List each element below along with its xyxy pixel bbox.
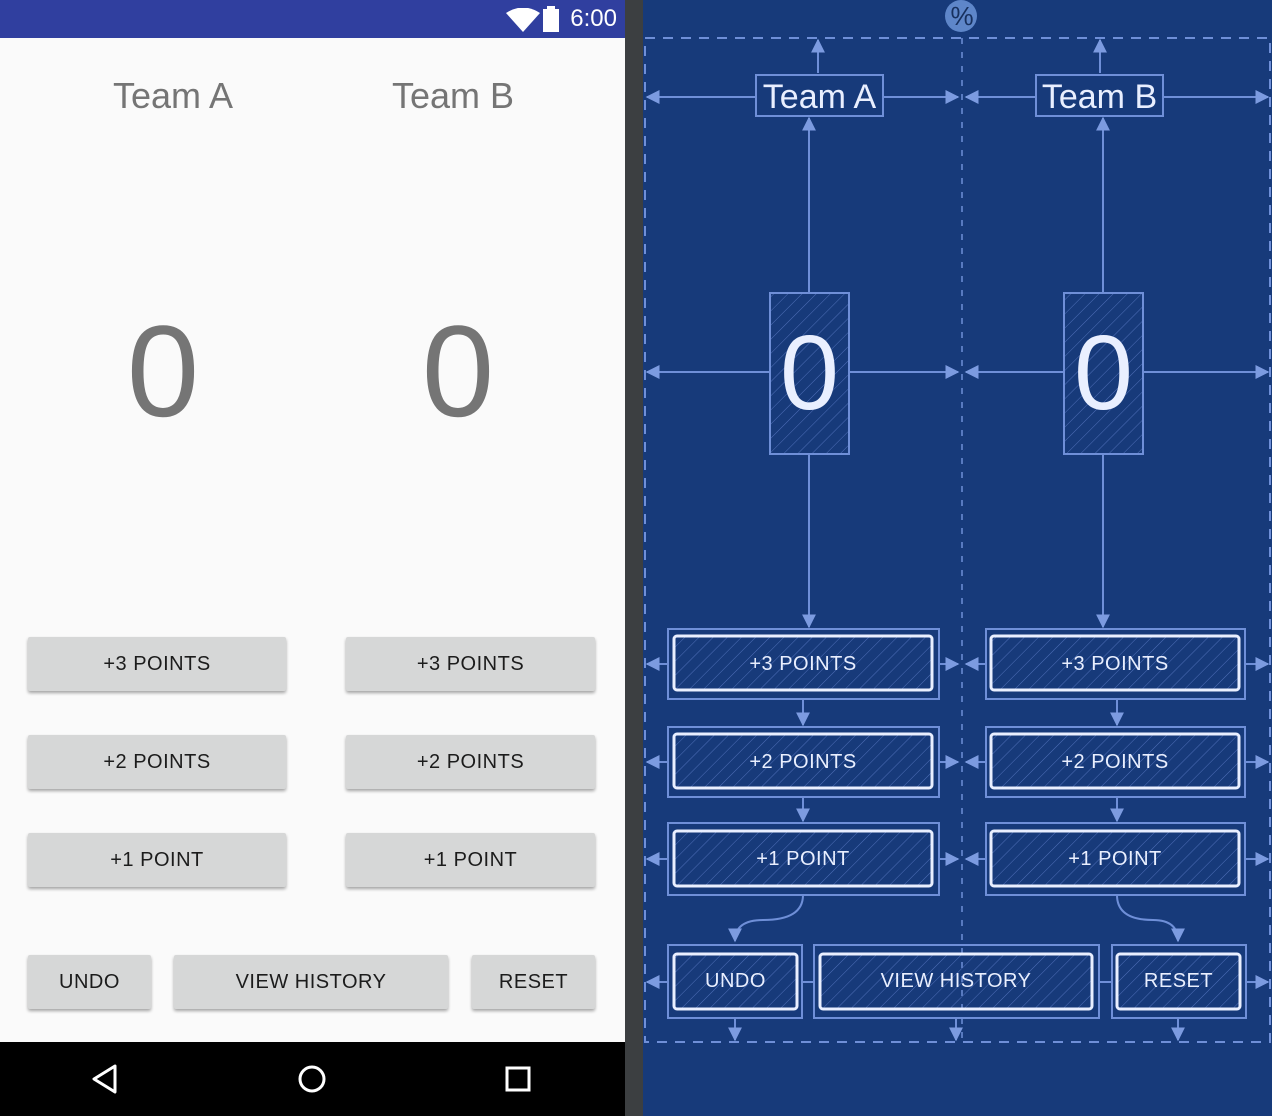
bp-team-b-plus3-label[interactable]: +3 POINTS [991,652,1239,676]
navigation-bar [0,1042,625,1116]
home-icon[interactable] [292,1059,332,1099]
bp-team-b-name: Team B [1041,78,1158,116]
team-a-plus3-button[interactable]: +3 POINTS [28,637,286,691]
team-a-plus2-button[interactable]: +2 POINTS [28,735,286,789]
blueprint-view: % Team A Team B 0 0 +3 POINTS +3 POINTS … [643,0,1272,1116]
status-time: 6:00 [570,5,617,32]
bp-team-b-plus2-label[interactable]: +2 POINTS [991,750,1239,774]
bp-view-history-label[interactable]: VIEW HISTORY [820,969,1092,993]
team-b-plus2-button[interactable]: +2 POINTS [346,735,595,789]
bp-team-a-plus3-label[interactable]: +3 POINTS [674,652,932,676]
recents-icon[interactable] [498,1059,538,1099]
blueprint-constraints [644,0,1271,1043]
team-a-score: 0 [126,298,200,444]
team-b-plus3-button[interactable]: +3 POINTS [346,637,595,691]
bp-team-a-score: 0 [780,314,839,432]
battery-icon [543,6,559,32]
bp-undo-label[interactable]: UNDO [674,969,797,993]
team-b-name: Team B [391,75,515,116]
bp-team-a-plus1-label[interactable]: +1 POINT [674,847,932,871]
status-bar: 6:00 [0,0,625,38]
bp-reset-label[interactable]: RESET [1117,969,1240,993]
team-b-score: 0 [421,298,495,444]
wifi-icon [506,8,540,32]
team-a-plus1-button[interactable]: +1 POINT [28,833,286,887]
team-a-name: Team A [112,75,234,116]
panel-divider [625,0,643,1116]
view-history-button[interactable]: VIEW HISTORY [174,955,448,1009]
team-b-plus1-button[interactable]: +1 POINT [346,833,595,887]
design-preview: 6:00 Team A Team B 0 0 +3 POINTS +3 POIN… [0,0,625,1116]
undo-button[interactable]: UNDO [28,955,151,1009]
bp-team-a-plus2-label[interactable]: +2 POINTS [674,750,932,774]
reset-button[interactable]: RESET [472,955,595,1009]
back-icon[interactable] [85,1059,125,1099]
bp-team-a-name: Team A [762,78,877,116]
bp-team-b-score: 0 [1074,314,1133,432]
percent-badge-label: % [950,1,974,31]
bp-team-b-plus1-label[interactable]: +1 POINT [991,847,1239,871]
